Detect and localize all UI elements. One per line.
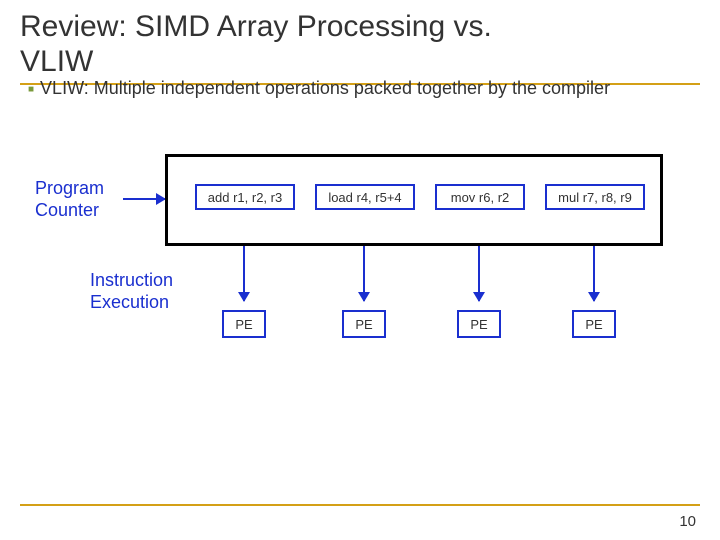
- arrow-to-pe3: [478, 246, 480, 301]
- pe-box-1: PE: [222, 310, 266, 338]
- slide-title-line1: Review: SIMD Array Processing vs.: [20, 10, 700, 45]
- op-add: add r1, r2, r3: [195, 184, 295, 210]
- arrow-to-pe4: [593, 246, 595, 301]
- label-execution: Execution: [90, 292, 173, 314]
- program-counter-label: Program Counter: [35, 178, 104, 221]
- pe-box-3: PE: [457, 310, 501, 338]
- page-number: 10: [679, 513, 696, 530]
- program-counter-arrow: [123, 198, 165, 200]
- pe-box-4: PE: [572, 310, 616, 338]
- label-counter: Counter: [35, 200, 104, 222]
- op-mov: mov r6, r2: [435, 184, 525, 210]
- label-instruction: Instruction: [90, 270, 173, 292]
- pe-box-2: PE: [342, 310, 386, 338]
- label-program: Program: [35, 178, 104, 200]
- slide-title-line2: VLIW: [20, 45, 700, 80]
- arrow-to-pe2: [363, 246, 365, 301]
- bullet-content: VLIW: Multiple independent operations pa…: [40, 78, 610, 98]
- instruction-execution-label: Instruction Execution: [90, 270, 173, 313]
- op-mul: mul r7, r8, r9: [545, 184, 645, 210]
- arrow-to-pe1: [243, 246, 245, 301]
- footer-divider: [20, 504, 700, 506]
- bullet-text: ■ VLIW: Multiple independent operations p…: [28, 78, 610, 99]
- bullet-icon: ■: [28, 84, 34, 95]
- title-block: Review: SIMD Array Processing vs. VLIW: [20, 10, 700, 85]
- op-load: load r4, r5+4: [315, 184, 415, 210]
- vliw-diagram: Program Counter add r1, r2, r3 load r4, …: [35, 150, 675, 380]
